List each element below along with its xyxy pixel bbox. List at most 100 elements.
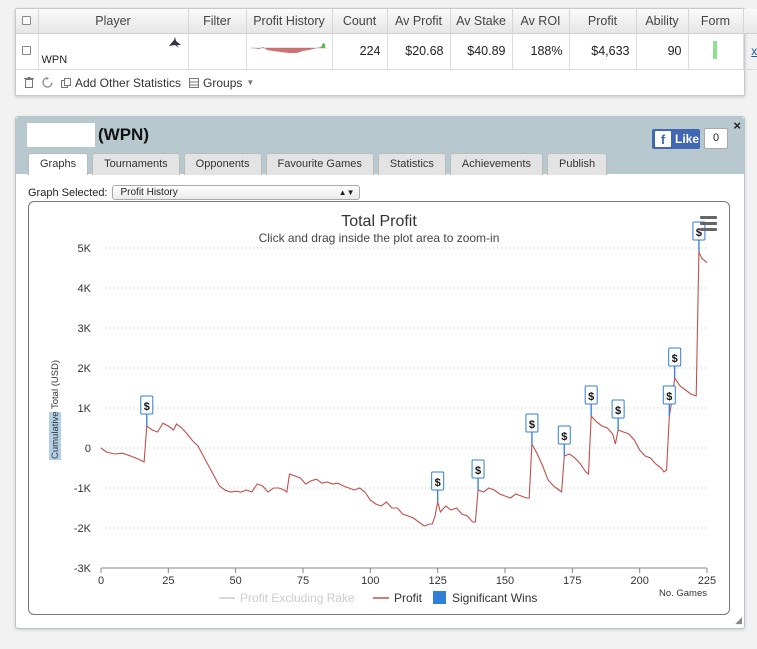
column-header-av-stake[interactable]: Av Stake [450,9,513,34]
column-header-player[interactable]: Player [38,9,189,34]
player-details-panel: (WPN) f Like 0 × Graphs Tournaments Oppo… [15,116,745,629]
x-tick-label: 100 [361,575,379,587]
tab-publish[interactable]: Publish [546,153,608,175]
graph-selected-label: Graph Selected: [28,186,108,199]
select-arrows-icon: ▲▼ [338,188,355,197]
chart-legend: Profit Excluding Rake Profit Significant… [219,591,537,605]
x-axis-ticks: 0 25 50 75 100 125 150 175 200 225 [98,567,716,587]
significant-wins-markers: $$$$$$$$$$ [140,221,706,502]
tab-statistics[interactable]: Statistics [377,153,446,175]
column-header-filter[interactable]: Filter [188,9,247,34]
x-tick-label: 150 [496,575,514,587]
select-all-checkbox[interactable] [16,9,39,34]
count-cell: 224 [332,33,388,70]
close-icon[interactable]: × [733,118,741,133]
stats-panel: Player Filter Profit History Count Av Pr… [15,8,757,96]
column-header-av-profit[interactable]: Av Profit [387,9,451,34]
y-axis-label: Cumulative Total (USD) [49,360,61,460]
column-header-av-roi[interactable]: Av ROI [512,9,570,34]
stats-table: Player Filter Profit History Count Av Pr… [16,9,757,70]
form-cell [688,33,744,70]
svg-text:Cumulative Total (USD): Cumulative Total (USD) [50,360,61,459]
row-checkbox[interactable] [16,33,39,70]
remove-row-link[interactable]: x [751,44,757,58]
x-tick-label: 175 [563,575,581,587]
win-marker-label: $ [561,431,567,443]
win-marker-label: $ [672,353,678,365]
player-title: (WPN) [98,125,149,144]
grid-icon [189,77,200,88]
column-header-form[interactable]: Form [688,9,744,34]
chart-menu-icon[interactable] [700,216,717,234]
y-tick-label: 0 [85,443,91,455]
y-tick-label: 1K [78,403,92,415]
win-marker-label: $ [475,465,481,477]
av-profit-cell: $20.68 [387,33,451,70]
win-marker-label: $ [666,391,672,403]
significant-win-marker: $ [662,385,676,416]
form-bar [712,40,717,59]
chart-subtitle: Click and drag inside the plot area to z… [259,231,500,245]
chart-series [100,251,708,527]
x-tick-label: 225 [698,575,716,587]
y-tick-label: 4K [78,283,92,295]
win-marker-label: $ [529,419,535,431]
y-tick-label: 3K [78,323,92,335]
x-tick-label: 75 [297,575,309,587]
y-axis-label-highlight: Cumulative [50,411,61,459]
facebook-like-button[interactable]: f Like [652,129,700,149]
y-tick-label: -1K [74,483,92,495]
tab-bar: Graphs Tournaments Opponents Favourite G… [28,153,611,175]
chart-container[interactable]: Total Profit Click and drag inside the p… [28,201,730,615]
filter-cell [188,33,247,70]
legend-symbol-significant-wins [433,591,446,604]
y-axis-ticks: -3K -2K -1K 0 1K 2K 3K 4K 5K [74,243,92,575]
x-tick-label: 50 [230,575,242,587]
column-header-ability[interactable]: Ability [636,9,689,34]
player-name[interactable]: WPN [42,54,68,66]
y-tick-label: 2K [78,363,92,375]
x-tick-label: 125 [428,575,446,587]
significant-win-marker: $ [668,347,682,378]
column-header-count[interactable]: Count [332,9,388,34]
column-header-profit-history[interactable]: Profit History [246,9,333,34]
x-tick-label: 0 [98,575,104,587]
legend-item-profit-excl-rake[interactable]: Profit Excluding Rake [240,591,355,605]
resize-handle-icon[interactable]: ◢ [735,615,742,626]
tab-graphs[interactable]: Graphs [28,153,89,175]
tab-opponents[interactable]: Opponents [183,153,262,175]
significant-win-marker: $ [611,399,625,430]
chevron-down-icon: ▼ [246,78,255,87]
tab-favourite-games[interactable]: Favourite Games [265,153,374,175]
details-header: (WPN) f Like 0 × Graphs Tournaments Oppo… [16,117,744,175]
refresh-icon[interactable] [42,77,53,88]
legend-item-profit[interactable]: Profit [394,591,423,605]
graph-select-dropdown[interactable]: Profit History ▲▼ [111,185,360,200]
y-tick-label: -2K [74,523,92,535]
series-line-profit [100,251,708,527]
legend-item-significant-wins[interactable]: Significant Wins [452,591,537,605]
add-other-statistics-button[interactable]: Add Other Statistics [61,76,181,90]
column-header-profit[interactable]: Profit [569,9,637,34]
facebook-like-count: 0 [704,128,728,149]
table-row: WPN 224 $20.68 $40.89 188% $4,633 90 x [16,33,757,70]
groups-dropdown[interactable]: Groups ▼ [189,76,254,90]
tab-tournaments[interactable]: Tournaments [92,153,180,175]
x-axis-label: No. Games [659,588,707,599]
av-roi-cell: 188% [512,33,570,70]
shark-icon [168,36,181,48]
column-header-remove [743,9,757,34]
x-tick-label: 25 [162,575,174,587]
remove-row-cell: x [743,33,757,70]
win-marker-label: $ [435,477,441,489]
profit-cell: $4,633 [569,33,637,70]
tab-achievements[interactable]: Achievements [449,153,543,175]
profit-chart[interactable]: Total Profit Click and drag inside the p… [29,202,729,614]
graph-select-row: Graph Selected: Profit History ▲▼ [28,185,360,200]
significant-win-marker: $ [584,385,598,416]
significant-win-marker: $ [140,395,154,426]
player-cell[interactable]: WPN [38,33,189,70]
significant-win-marker: $ [557,425,571,456]
significant-win-marker: $ [471,459,485,490]
trash-icon[interactable] [24,77,34,88]
